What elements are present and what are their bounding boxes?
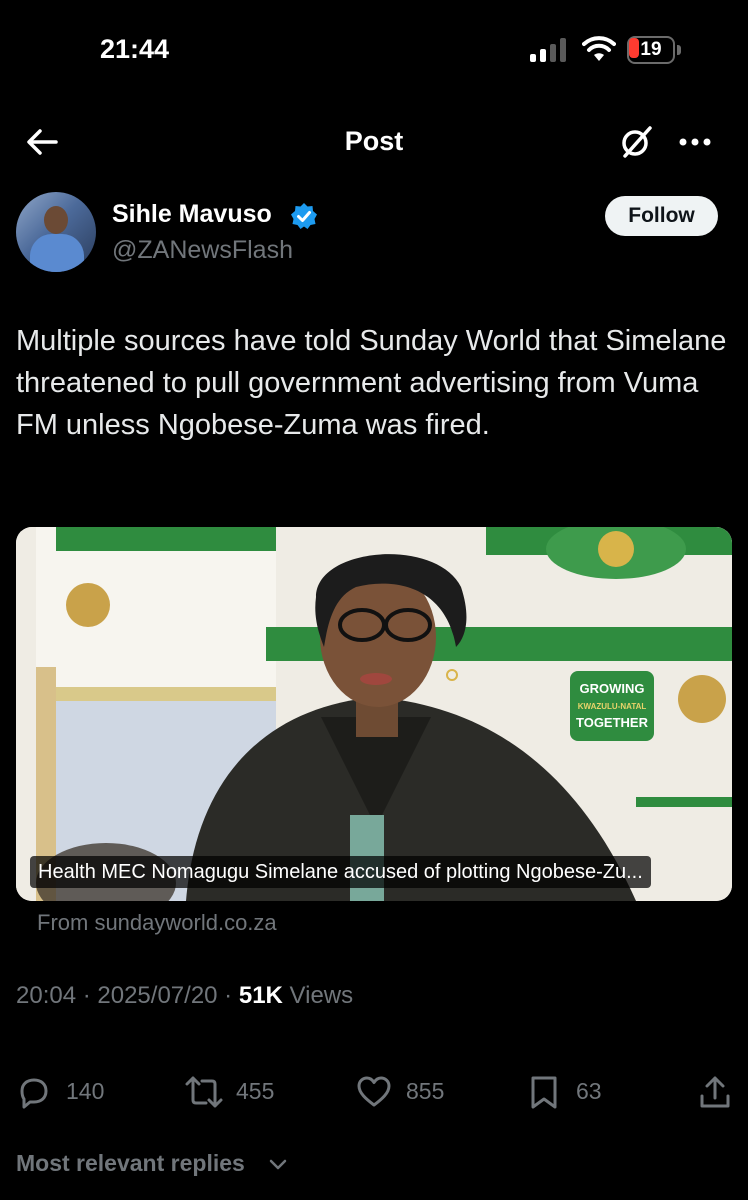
status-time: 21:44 — [100, 34, 170, 64]
avatar[interactable] — [16, 192, 96, 272]
card-caption[interactable]: Health MEC Nomagugu Simelane accused of … — [30, 856, 651, 888]
like-button[interactable]: 855 — [356, 1068, 466, 1116]
reply-count: 140 — [66, 1078, 105, 1104]
top-navigation: Post — [0, 110, 748, 174]
post-time: 20:04 — [16, 982, 77, 1009]
cellular-signal-icon — [530, 38, 566, 62]
bookmark-button[interactable]: 63 — [528, 1068, 618, 1116]
action-bar: 140 455 855 63 — [0, 1068, 748, 1116]
author-name[interactable]: Sihle Mavuso — [112, 200, 272, 229]
views-label: Views — [289, 982, 354, 1009]
chevron-down-icon[interactable] — [268, 1157, 288, 1173]
card-image: GROWING KWAZULU-NATAL TOGETHER — [16, 527, 732, 901]
verified-badge-icon — [291, 203, 317, 229]
banner-line-1: GROWING — [580, 681, 645, 696]
follow-button[interactable]: Follow — [605, 196, 718, 236]
banner-line-3: TOGETHER — [576, 715, 649, 730]
share-icon — [700, 1076, 730, 1108]
banner-line-2: KWAZULU-NATAL — [578, 702, 647, 711]
repost-count: 455 — [236, 1078, 275, 1104]
status-bar: 21:44 19 — [0, 0, 748, 100]
battery-indicator: 19 — [627, 36, 681, 64]
battery-level: 19 — [640, 39, 662, 60]
reply-icon — [20, 1078, 48, 1109]
more-options-icon[interactable] — [675, 122, 715, 162]
grok-icon[interactable] — [616, 122, 656, 162]
wifi-icon — [582, 36, 616, 61]
reply-button[interactable]: 140 — [16, 1068, 126, 1116]
repost-icon — [185, 1076, 223, 1108]
repost-button[interactable]: 455 — [184, 1068, 294, 1116]
post-date: 2025/07/20 — [97, 982, 218, 1009]
like-count: 855 — [406, 1078, 445, 1104]
bookmark-icon — [531, 1076, 557, 1109]
post-text: Multiple sources have told Sunday World … — [16, 325, 727, 441]
link-card[interactable]: GROWING KWAZULU-NATAL TOGETHER — [16, 527, 732, 901]
heart-icon — [357, 1076, 391, 1107]
views-count[interactable]: 51K — [239, 982, 283, 1009]
post-meta: 20:04 · 2025/07/20 · 51K Views — [16, 982, 354, 1009]
author-handle[interactable]: @ZANewsFlash — [112, 236, 293, 265]
share-button[interactable] — [698, 1068, 734, 1116]
bookmark-count: 63 — [576, 1078, 602, 1104]
card-source[interactable]: From sundayworld.co.za — [37, 910, 277, 936]
replies-sort-label[interactable]: Most relevant replies — [16, 1150, 245, 1177]
post-author: Sihle Mavuso @ZANewsFlash Follow — [0, 190, 748, 280]
